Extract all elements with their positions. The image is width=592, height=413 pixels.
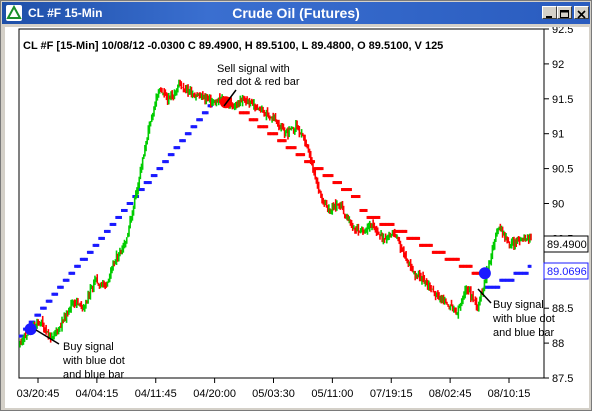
price-tick-label: 90 bbox=[552, 199, 564, 211]
price-tick-label: 92.5 bbox=[552, 27, 573, 36]
sell-annotation-line-2: red dot & red bar bbox=[217, 76, 300, 88]
stop-dot bbox=[177, 146, 181, 150]
stop-dot bbox=[166, 160, 169, 164]
buy-right-line-1: Buy signal bbox=[493, 299, 544, 311]
stop-dot bbox=[189, 132, 192, 136]
stop-dot bbox=[417, 236, 421, 240]
time-tick-label: 04/11:45 bbox=[135, 388, 177, 400]
buy-left-line-3: and blue bar bbox=[63, 369, 124, 381]
stop-dot bbox=[200, 118, 203, 122]
minimize-button[interactable] bbox=[542, 6, 557, 19]
stop-dot bbox=[44, 306, 47, 310]
stop-dot bbox=[55, 292, 59, 296]
stop-dot bbox=[155, 174, 158, 178]
time-tick-label: 04/20:00 bbox=[193, 388, 236, 400]
title-bar[interactable]: CL #F 15-Min Crude Oil (Futures) bbox=[2, 2, 590, 24]
stop-dot bbox=[430, 243, 433, 247]
stop-dot bbox=[85, 257, 88, 261]
maximize-button[interactable] bbox=[557, 6, 572, 19]
stop-dot bbox=[119, 215, 122, 219]
stop-dot bbox=[61, 285, 64, 289]
price-tick-label: 91 bbox=[552, 129, 564, 141]
stop-dot bbox=[470, 264, 473, 268]
stop-dot bbox=[102, 236, 105, 240]
stop-dot bbox=[358, 195, 361, 199]
price-chart[interactable]: 92.59291.59190.59089.58988.58887.5 03/20… bbox=[5, 24, 589, 408]
stop-dot bbox=[392, 222, 395, 226]
stop-dot bbox=[125, 208, 128, 212]
stop-dot bbox=[331, 174, 334, 178]
stop-dot bbox=[457, 257, 460, 261]
time-tick-label: 08/10:15 bbox=[488, 388, 531, 400]
stop-dot bbox=[142, 188, 145, 192]
stop-dot bbox=[172, 153, 175, 157]
stop-dot bbox=[404, 229, 408, 233]
stop-dot bbox=[183, 139, 186, 143]
app-triangle-icon bbox=[6, 5, 22, 21]
stop-dot bbox=[247, 111, 250, 115]
window-title: CL #F 15-Min bbox=[28, 6, 103, 20]
stop-dot bbox=[529, 264, 532, 268]
time-tick-label: 08/02:45 bbox=[429, 388, 472, 400]
stop-dot bbox=[72, 271, 76, 275]
stop-dot bbox=[497, 285, 501, 289]
buy-right-line-2: with blue dot bbox=[492, 313, 555, 325]
stop-dot bbox=[194, 125, 198, 129]
stop-dot bbox=[321, 167, 324, 171]
time-tick-label: 03/20:45 bbox=[17, 388, 60, 400]
stop-dot bbox=[349, 188, 352, 192]
time-tick-label: 05/11:00 bbox=[311, 388, 353, 400]
maximize-icon bbox=[560, 10, 569, 18]
stop-dot bbox=[265, 125, 269, 129]
stop-dot bbox=[526, 271, 529, 275]
stop-dot bbox=[275, 132, 279, 136]
time-tick-label: 07/19:15 bbox=[370, 388, 413, 400]
stop-dot bbox=[512, 278, 515, 282]
minimize-icon bbox=[546, 16, 552, 18]
stop-dot bbox=[113, 222, 117, 226]
buy-left-line-2: with blue dot bbox=[62, 355, 125, 367]
chart-area[interactable]: 92.59291.59190.59089.58988.58887.5 03/20… bbox=[5, 24, 589, 408]
stop-dot bbox=[206, 111, 209, 115]
stop-dot bbox=[377, 215, 381, 219]
time-axis: 03/20:45 04/04:15 04/11:45 04/20:00 05/03:30… bbox=[17, 378, 531, 400]
stop-dot bbox=[50, 299, 53, 303]
stop-dot bbox=[302, 153, 306, 157]
buy-right-line-3: and blue bar bbox=[493, 327, 554, 339]
time-tick-label: 05/03:30 bbox=[252, 388, 295, 400]
stop-dot bbox=[284, 139, 287, 143]
stop-dot bbox=[443, 250, 446, 254]
price-tick-label: 90.5 bbox=[552, 164, 573, 176]
stop-dot bbox=[339, 181, 342, 185]
stop-dot bbox=[78, 264, 81, 268]
buy-signal-dot bbox=[478, 267, 491, 280]
ohlc-header: CL #F [15-Min] 10/08/12 -0.0300 C 89.490… bbox=[23, 40, 443, 52]
stop-dot bbox=[130, 202, 134, 205]
stop-price-label: 89.0696 bbox=[547, 266, 587, 278]
time-tick-label: 04/04:15 bbox=[75, 388, 118, 400]
close-button[interactable] bbox=[574, 6, 589, 19]
price-tick-label: 88 bbox=[552, 338, 564, 350]
price-tick-label: 88.5 bbox=[552, 303, 573, 315]
sell-annotation-line-1: Sell signal with bbox=[217, 63, 290, 75]
price-tick-label: 91.5 bbox=[552, 94, 573, 106]
stop-dot bbox=[67, 278, 70, 282]
price-tick-label: 87.5 bbox=[552, 373, 573, 385]
stop-dot bbox=[160, 167, 164, 171]
stop-dot bbox=[365, 208, 368, 212]
stop-dot bbox=[294, 146, 297, 150]
buy-left-line-1: Buy signal bbox=[63, 341, 114, 353]
price-tick-label: 92 bbox=[552, 59, 564, 71]
stop-dot bbox=[91, 250, 94, 254]
close-icon bbox=[577, 10, 586, 19]
chart-window: CL #F 15-Min Crude Oil (Futures) 92.5 92 9… bbox=[0, 0, 592, 411]
stop-dot bbox=[255, 118, 259, 122]
last-price-label: 89.4900 bbox=[547, 239, 587, 251]
stop-dot bbox=[149, 181, 152, 185]
stop-dot bbox=[108, 229, 111, 233]
stop-dot bbox=[38, 313, 42, 317]
stop-dot bbox=[96, 243, 100, 247]
buy-signal-dot bbox=[24, 323, 37, 336]
